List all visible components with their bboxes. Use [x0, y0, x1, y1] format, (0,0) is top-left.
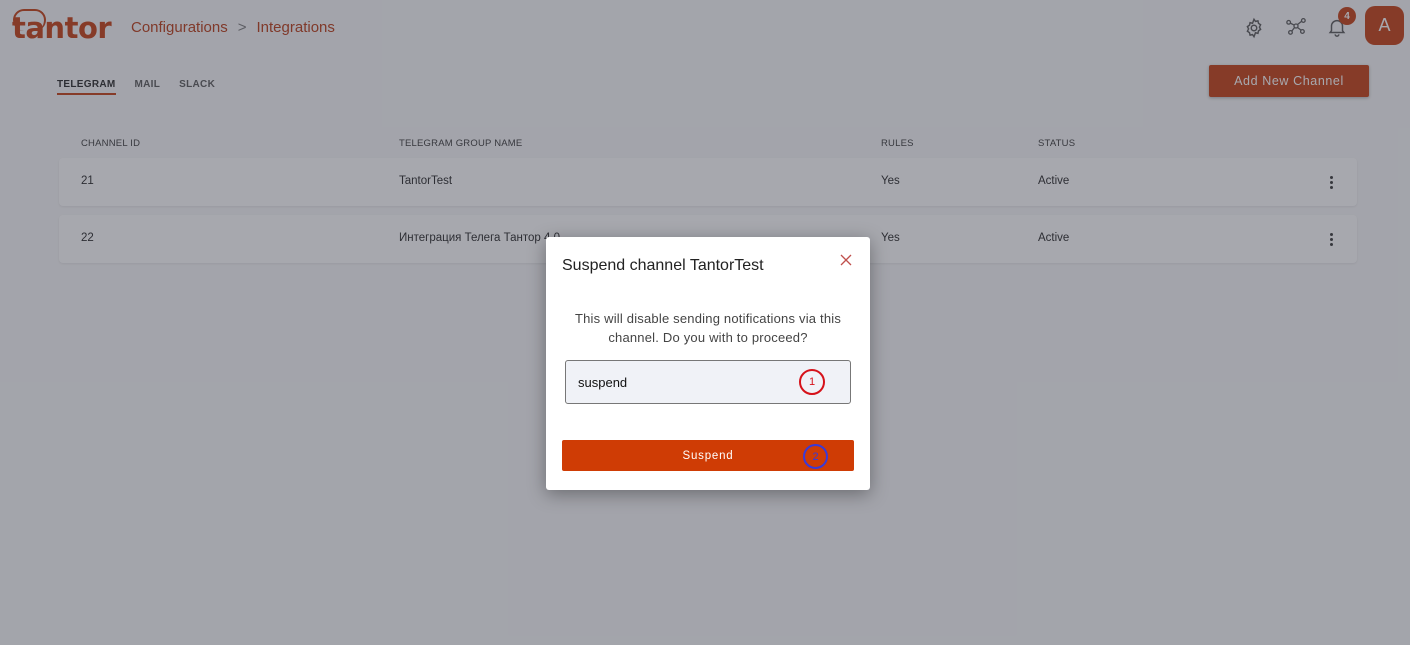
suspend-channel-dialog: Suspend channel TantorTest This will dis…: [546, 237, 870, 490]
annotation-marker-1: 1: [799, 369, 825, 395]
annotation-marker-2: 2: [803, 444, 828, 469]
dialog-message: This will disable sending notifications …: [574, 311, 842, 345]
integrations-page: tantor Configurations > Integrations 4 A…: [0, 0, 1410, 645]
dialog-title: Suspend channel TantorTest: [562, 257, 764, 274]
close-icon[interactable]: [839, 253, 853, 267]
